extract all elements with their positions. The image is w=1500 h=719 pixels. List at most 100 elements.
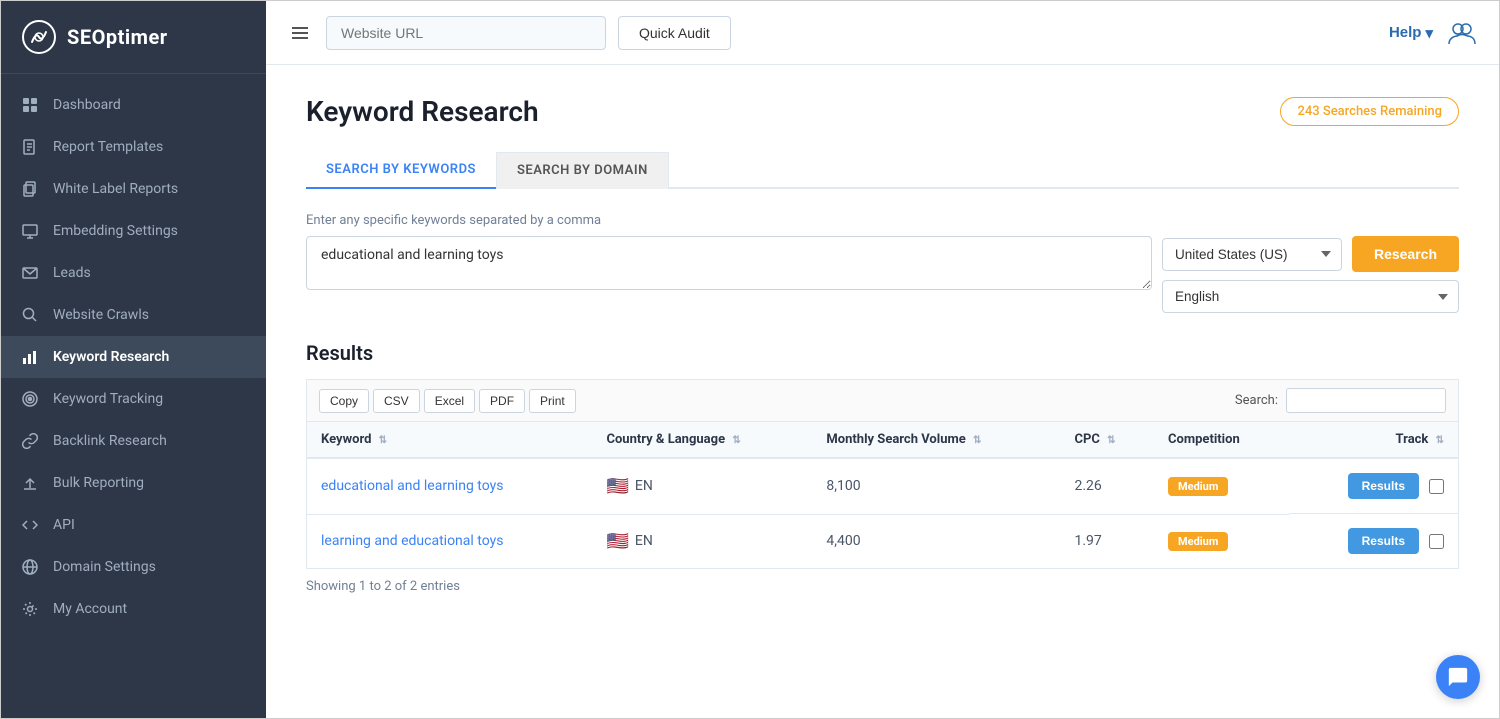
results-table: Keyword ⇅ Country & Language ⇅ Monthly S… bbox=[306, 421, 1459, 569]
pdf-button[interactable]: PDF bbox=[479, 389, 525, 413]
country-select[interactable]: United States (US) United Kingdom (GB) A… bbox=[1162, 238, 1342, 271]
col-track: Track ⇅ bbox=[1289, 422, 1458, 459]
user-avatar-icon[interactable] bbox=[1445, 16, 1479, 50]
csv-button[interactable]: CSV bbox=[373, 389, 420, 413]
help-button[interactable]: Help ▾ bbox=[1389, 24, 1433, 42]
sidebar-item-keyword-tracking[interactable]: Keyword Tracking bbox=[1, 378, 266, 420]
quick-audit-button[interactable]: Quick Audit bbox=[618, 16, 731, 50]
sidebar-item-label: Dashboard bbox=[53, 97, 121, 113]
sidebar-item-my-account[interactable]: My Account bbox=[1, 588, 266, 630]
print-button[interactable]: Print bbox=[529, 389, 576, 413]
table-row: educational and learning toys 🇺🇸 EN 8,10… bbox=[307, 458, 1459, 514]
sidebar-item-label: Bulk Reporting bbox=[53, 475, 144, 491]
keyword-link[interactable]: learning and educational toys bbox=[321, 533, 503, 549]
col-cpc: CPC ⇅ bbox=[1060, 422, 1154, 459]
sidebar-item-dashboard[interactable]: Dashboard bbox=[1, 84, 266, 126]
monthly-search-cell: 4,400 bbox=[812, 514, 1060, 569]
sort-icon: ⇅ bbox=[1436, 435, 1444, 446]
track-cell: Results bbox=[1289, 459, 1458, 514]
keyword-textarea[interactable]: educational and learning toys bbox=[306, 236, 1152, 290]
cpc-cell: 1.97 bbox=[1060, 514, 1154, 569]
research-button[interactable]: Research bbox=[1352, 236, 1459, 272]
sort-icon: ⇅ bbox=[732, 435, 740, 446]
page-title: Keyword Research bbox=[306, 95, 539, 128]
col-monthly-search: Monthly Search Volume ⇅ bbox=[812, 422, 1060, 459]
competition-badge: Medium bbox=[1168, 532, 1228, 551]
flag: 🇺🇸 bbox=[606, 531, 628, 552]
language-select[interactable]: English French Spanish bbox=[1162, 280, 1459, 313]
logo-area: SEOptimer bbox=[1, 1, 266, 74]
sidebar-nav: Dashboard Report Templates White Label R… bbox=[1, 74, 266, 718]
sidebar-item-label: Embedding Settings bbox=[53, 223, 178, 239]
sidebar-item-website-crawls[interactable]: Website Crawls bbox=[1, 294, 266, 336]
results-button[interactable]: Results bbox=[1348, 528, 1419, 554]
sidebar-item-api[interactable]: API bbox=[1, 504, 266, 546]
toolbar-buttons: Copy CSV Excel PDF Print bbox=[319, 389, 576, 413]
globe-icon bbox=[21, 558, 39, 576]
language: EN bbox=[635, 478, 653, 494]
flag: 🇺🇸 bbox=[606, 476, 628, 497]
results-button[interactable]: Results bbox=[1348, 473, 1419, 499]
keyword-cell: learning and educational toys bbox=[307, 514, 593, 569]
settings-icon bbox=[21, 600, 39, 618]
sidebar-item-backlink-research[interactable]: Backlink Research bbox=[1, 420, 266, 462]
url-input[interactable] bbox=[326, 16, 606, 50]
content-area: Keyword Research 243 Searches Remaining … bbox=[266, 65, 1499, 718]
page-header: Keyword Research 243 Searches Remaining bbox=[306, 95, 1459, 128]
sidebar-item-label: Keyword Research bbox=[53, 349, 169, 365]
sidebar-item-label: Domain Settings bbox=[53, 559, 156, 575]
sidebar-item-report-templates[interactable]: Report Templates bbox=[1, 126, 266, 168]
competition-cell: Medium bbox=[1154, 458, 1289, 514]
upload-icon bbox=[21, 474, 39, 492]
sidebar-item-leads[interactable]: Leads bbox=[1, 252, 266, 294]
sidebar-item-keyword-research[interactable]: Keyword Research bbox=[1, 336, 266, 378]
bar-chart-icon bbox=[21, 348, 39, 366]
sidebar-item-white-label[interactable]: White Label Reports bbox=[1, 168, 266, 210]
sidebar-item-label: API bbox=[53, 517, 75, 533]
copy-button[interactable]: Copy bbox=[319, 389, 369, 413]
help-label: Help bbox=[1389, 24, 1422, 41]
col-competition: Competition bbox=[1154, 422, 1289, 459]
track-checkbox[interactable] bbox=[1429, 479, 1444, 494]
chat-bubble-button[interactable] bbox=[1436, 655, 1480, 699]
language: EN bbox=[635, 533, 653, 549]
cpc-cell: 2.26 bbox=[1060, 458, 1154, 514]
track-checkbox[interactable] bbox=[1429, 534, 1444, 549]
hamburger-button[interactable] bbox=[286, 19, 314, 47]
toolbar-search: Search: bbox=[1235, 388, 1446, 413]
keyword-link[interactable]: educational and learning toys bbox=[321, 478, 503, 494]
target-icon bbox=[21, 390, 39, 408]
sidebar-item-label: Backlink Research bbox=[53, 433, 167, 449]
table-search-input[interactable] bbox=[1286, 388, 1446, 413]
mail-icon bbox=[21, 264, 39, 282]
sort-icon: ⇅ bbox=[973, 435, 981, 446]
sidebar-item-label: Keyword Tracking bbox=[53, 391, 163, 407]
search-icon bbox=[21, 306, 39, 324]
logo-icon bbox=[21, 19, 57, 55]
country-language-cell: 🇺🇸 EN bbox=[592, 458, 812, 514]
tab-search-by-domain[interactable]: SEARCH BY DOMAIN bbox=[496, 152, 669, 189]
search-instructions: Enter any specific keywords separated by… bbox=[306, 213, 1459, 228]
sort-icon: ⇅ bbox=[379, 435, 387, 446]
col-country-language: Country & Language ⇅ bbox=[592, 422, 812, 459]
monthly-search-cell: 8,100 bbox=[812, 458, 1060, 514]
sidebar-item-domain-settings[interactable]: Domain Settings bbox=[1, 546, 266, 588]
keyword-cell: educational and learning toys bbox=[307, 458, 593, 514]
search-label: Search: bbox=[1235, 393, 1278, 408]
link-icon bbox=[21, 432, 39, 450]
copy-icon bbox=[21, 180, 39, 198]
logo-text: SEOptimer bbox=[67, 25, 168, 49]
code-icon bbox=[21, 516, 39, 534]
sidebar: SEOptimer Dashboard Report Templates Whi… bbox=[1, 1, 266, 718]
sidebar-item-label: Report Templates bbox=[53, 139, 163, 155]
sidebar-item-bulk-reporting[interactable]: Bulk Reporting bbox=[1, 462, 266, 504]
sidebar-item-embedding[interactable]: Embedding Settings bbox=[1, 210, 266, 252]
sort-icon: ⇅ bbox=[1107, 435, 1115, 446]
country-language-cell: 🇺🇸 EN bbox=[592, 514, 812, 569]
monitor-icon bbox=[21, 222, 39, 240]
excel-button[interactable]: Excel bbox=[424, 389, 475, 413]
col-keyword: Keyword ⇅ bbox=[307, 422, 593, 459]
searches-remaining-badge: 243 Searches Remaining bbox=[1280, 97, 1459, 126]
competition-badge: Medium bbox=[1168, 477, 1228, 496]
tab-search-by-keywords[interactable]: SEARCH BY KEYWORDS bbox=[306, 152, 496, 189]
